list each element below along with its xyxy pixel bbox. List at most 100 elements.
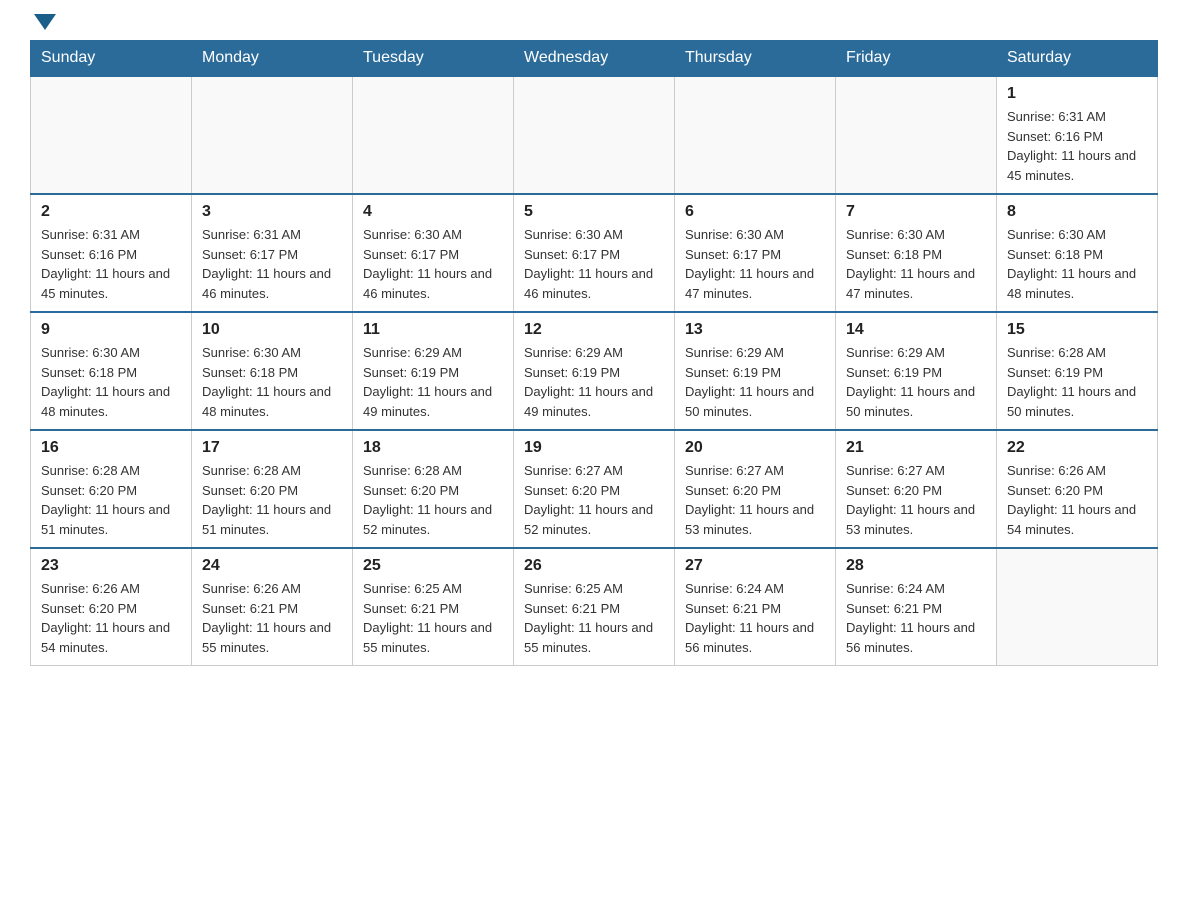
day-number: 17 xyxy=(202,439,342,457)
day-number: 6 xyxy=(685,203,825,221)
day-info: Sunrise: 6:24 AMSunset: 6:21 PMDaylight:… xyxy=(846,579,986,657)
calendar-table: Sunday Monday Tuesday Wednesday Thursday… xyxy=(30,40,1158,666)
table-row: 20 Sunrise: 6:27 AMSunset: 6:20 PMDayligh… xyxy=(675,430,836,548)
day-number: 25 xyxy=(363,557,503,575)
calendar-week-row: 16 Sunrise: 6:28 AMSunset: 6:20 PMDayligh… xyxy=(31,430,1158,548)
day-info: Sunrise: 6:27 AMSunset: 6:20 PMDaylight:… xyxy=(685,461,825,539)
day-number: 7 xyxy=(846,203,986,221)
day-info: Sunrise: 6:25 AMSunset: 6:21 PMDaylight:… xyxy=(363,579,503,657)
header-monday: Monday xyxy=(192,41,353,77)
table-row: 11 Sunrise: 6:29 AMSunset: 6:19 PMDayligh… xyxy=(353,312,514,430)
table-row: 27 Sunrise: 6:24 AMSunset: 6:21 PMDayligh… xyxy=(675,548,836,666)
table-row: 8 Sunrise: 6:30 AMSunset: 6:18 PMDaylight… xyxy=(997,194,1158,312)
day-info: Sunrise: 6:30 AMSunset: 6:18 PMDaylight:… xyxy=(846,225,986,303)
day-number: 19 xyxy=(524,439,664,457)
table-row: 12 Sunrise: 6:29 AMSunset: 6:19 PMDayligh… xyxy=(514,312,675,430)
table-row: 21 Sunrise: 6:27 AMSunset: 6:20 PMDayligh… xyxy=(836,430,997,548)
day-info: Sunrise: 6:24 AMSunset: 6:21 PMDaylight:… xyxy=(685,579,825,657)
header-tuesday: Tuesday xyxy=(353,41,514,77)
table-row xyxy=(31,76,192,194)
header-sunday: Sunday xyxy=(31,41,192,77)
table-row: 24 Sunrise: 6:26 AMSunset: 6:21 PMDayligh… xyxy=(192,548,353,666)
day-info: Sunrise: 6:31 AMSunset: 6:17 PMDaylight:… xyxy=(202,225,342,303)
day-number: 8 xyxy=(1007,203,1147,221)
table-row xyxy=(353,76,514,194)
day-number: 18 xyxy=(363,439,503,457)
day-number: 21 xyxy=(846,439,986,457)
table-row: 10 Sunrise: 6:30 AMSunset: 6:18 PMDayligh… xyxy=(192,312,353,430)
day-info: Sunrise: 6:29 AMSunset: 6:19 PMDaylight:… xyxy=(363,343,503,421)
day-info: Sunrise: 6:30 AMSunset: 6:18 PMDaylight:… xyxy=(202,343,342,421)
day-info: Sunrise: 6:30 AMSunset: 6:18 PMDaylight:… xyxy=(41,343,181,421)
table-row: 7 Sunrise: 6:30 AMSunset: 6:18 PMDaylight… xyxy=(836,194,997,312)
table-row xyxy=(675,76,836,194)
table-row xyxy=(514,76,675,194)
day-number: 5 xyxy=(524,203,664,221)
page-header xyxy=(30,20,1158,30)
header-saturday: Saturday xyxy=(997,41,1158,77)
header-friday: Friday xyxy=(836,41,997,77)
table-row: 3 Sunrise: 6:31 AMSunset: 6:17 PMDaylight… xyxy=(192,194,353,312)
day-info: Sunrise: 6:30 AMSunset: 6:17 PMDaylight:… xyxy=(524,225,664,303)
table-row: 19 Sunrise: 6:27 AMSunset: 6:20 PMDayligh… xyxy=(514,430,675,548)
table-row xyxy=(192,76,353,194)
table-row: 9Sunrise: 6:30 AMSunset: 6:18 PMDaylight… xyxy=(31,312,192,430)
table-row: 22 Sunrise: 6:26 AMSunset: 6:20 PMDayligh… xyxy=(997,430,1158,548)
calendar-week-row: 1Sunrise: 6:31 AMSunset: 6:16 PMDaylight… xyxy=(31,76,1158,194)
day-number: 23 xyxy=(41,557,181,575)
day-number: 3 xyxy=(202,203,342,221)
day-number: 16 xyxy=(41,439,181,457)
day-number: 13 xyxy=(685,321,825,339)
calendar-week-row: 9Sunrise: 6:30 AMSunset: 6:18 PMDaylight… xyxy=(31,312,1158,430)
day-info: Sunrise: 6:27 AMSunset: 6:20 PMDaylight:… xyxy=(846,461,986,539)
calendar-week-row: 23 Sunrise: 6:26 AMSunset: 6:20 PMDayligh… xyxy=(31,548,1158,666)
day-number: 12 xyxy=(524,321,664,339)
day-info: Sunrise: 6:29 AMSunset: 6:19 PMDaylight:… xyxy=(524,343,664,421)
day-info: Sunrise: 6:27 AMSunset: 6:20 PMDaylight:… xyxy=(524,461,664,539)
day-info: Sunrise: 6:26 AMSunset: 6:21 PMDaylight:… xyxy=(202,579,342,657)
day-info: Sunrise: 6:28 AMSunset: 6:20 PMDaylight:… xyxy=(202,461,342,539)
table-row: 23 Sunrise: 6:26 AMSunset: 6:20 PMDayligh… xyxy=(31,548,192,666)
day-info: Sunrise: 6:28 AMSunset: 6:20 PMDaylight:… xyxy=(41,461,181,539)
table-row: 14 Sunrise: 6:29 AMSunset: 6:19 PMDayligh… xyxy=(836,312,997,430)
table-row xyxy=(836,76,997,194)
day-info: Sunrise: 6:30 AMSunset: 6:18 PMDaylight:… xyxy=(1007,225,1147,303)
calendar-week-row: 2Sunrise: 6:31 AMSunset: 6:16 PMDaylight… xyxy=(31,194,1158,312)
table-row: 18 Sunrise: 6:28 AMSunset: 6:20 PMDayligh… xyxy=(353,430,514,548)
day-number: 14 xyxy=(846,321,986,339)
table-row: 13 Sunrise: 6:29 AMSunset: 6:19 PMDayligh… xyxy=(675,312,836,430)
table-row: 28Sunrise: 6:24 AMSunset: 6:21 PMDayligh… xyxy=(836,548,997,666)
day-number: 26 xyxy=(524,557,664,575)
day-number: 11 xyxy=(363,321,503,339)
day-number: 10 xyxy=(202,321,342,339)
day-number: 20 xyxy=(685,439,825,457)
table-row: 2Sunrise: 6:31 AMSunset: 6:16 PMDaylight… xyxy=(31,194,192,312)
day-info: Sunrise: 6:26 AMSunset: 6:20 PMDaylight:… xyxy=(41,579,181,657)
day-info: Sunrise: 6:29 AMSunset: 6:19 PMDaylight:… xyxy=(685,343,825,421)
day-info: Sunrise: 6:25 AMSunset: 6:21 PMDaylight:… xyxy=(524,579,664,657)
calendar-header-row: Sunday Monday Tuesday Wednesday Thursday… xyxy=(31,41,1158,77)
header-wednesday: Wednesday xyxy=(514,41,675,77)
table-row: 6 Sunrise: 6:30 AMSunset: 6:17 PMDaylight… xyxy=(675,194,836,312)
header-thursday: Thursday xyxy=(675,41,836,77)
day-info: Sunrise: 6:30 AMSunset: 6:17 PMDaylight:… xyxy=(685,225,825,303)
table-row: 25 Sunrise: 6:25 AMSunset: 6:21 PMDayligh… xyxy=(353,548,514,666)
logo xyxy=(30,20,56,30)
day-info: Sunrise: 6:29 AMSunset: 6:19 PMDaylight:… xyxy=(846,343,986,421)
table-row: 26 Sunrise: 6:25 AMSunset: 6:21 PMDayligh… xyxy=(514,548,675,666)
day-info: Sunrise: 6:26 AMSunset: 6:20 PMDaylight:… xyxy=(1007,461,1147,539)
day-info: Sunrise: 6:28 AMSunset: 6:20 PMDaylight:… xyxy=(363,461,503,539)
day-number: 27 xyxy=(685,557,825,575)
day-number: 4 xyxy=(363,203,503,221)
table-row: 16 Sunrise: 6:28 AMSunset: 6:20 PMDayligh… xyxy=(31,430,192,548)
table-row: 15Sunrise: 6:28 AMSunset: 6:19 PMDayligh… xyxy=(997,312,1158,430)
day-number: 24 xyxy=(202,557,342,575)
day-info: Sunrise: 6:31 AMSunset: 6:16 PMDaylight:… xyxy=(1007,107,1147,185)
day-number: 22 xyxy=(1007,439,1147,457)
day-number: 2 xyxy=(41,203,181,221)
table-row: 17 Sunrise: 6:28 AMSunset: 6:20 PMDayligh… xyxy=(192,430,353,548)
table-row: 4Sunrise: 6:30 AMSunset: 6:17 PMDaylight… xyxy=(353,194,514,312)
table-row: 1Sunrise: 6:31 AMSunset: 6:16 PMDaylight… xyxy=(997,76,1158,194)
table-row: 5 Sunrise: 6:30 AMSunset: 6:17 PMDaylight… xyxy=(514,194,675,312)
logo-arrow-icon xyxy=(34,14,56,30)
